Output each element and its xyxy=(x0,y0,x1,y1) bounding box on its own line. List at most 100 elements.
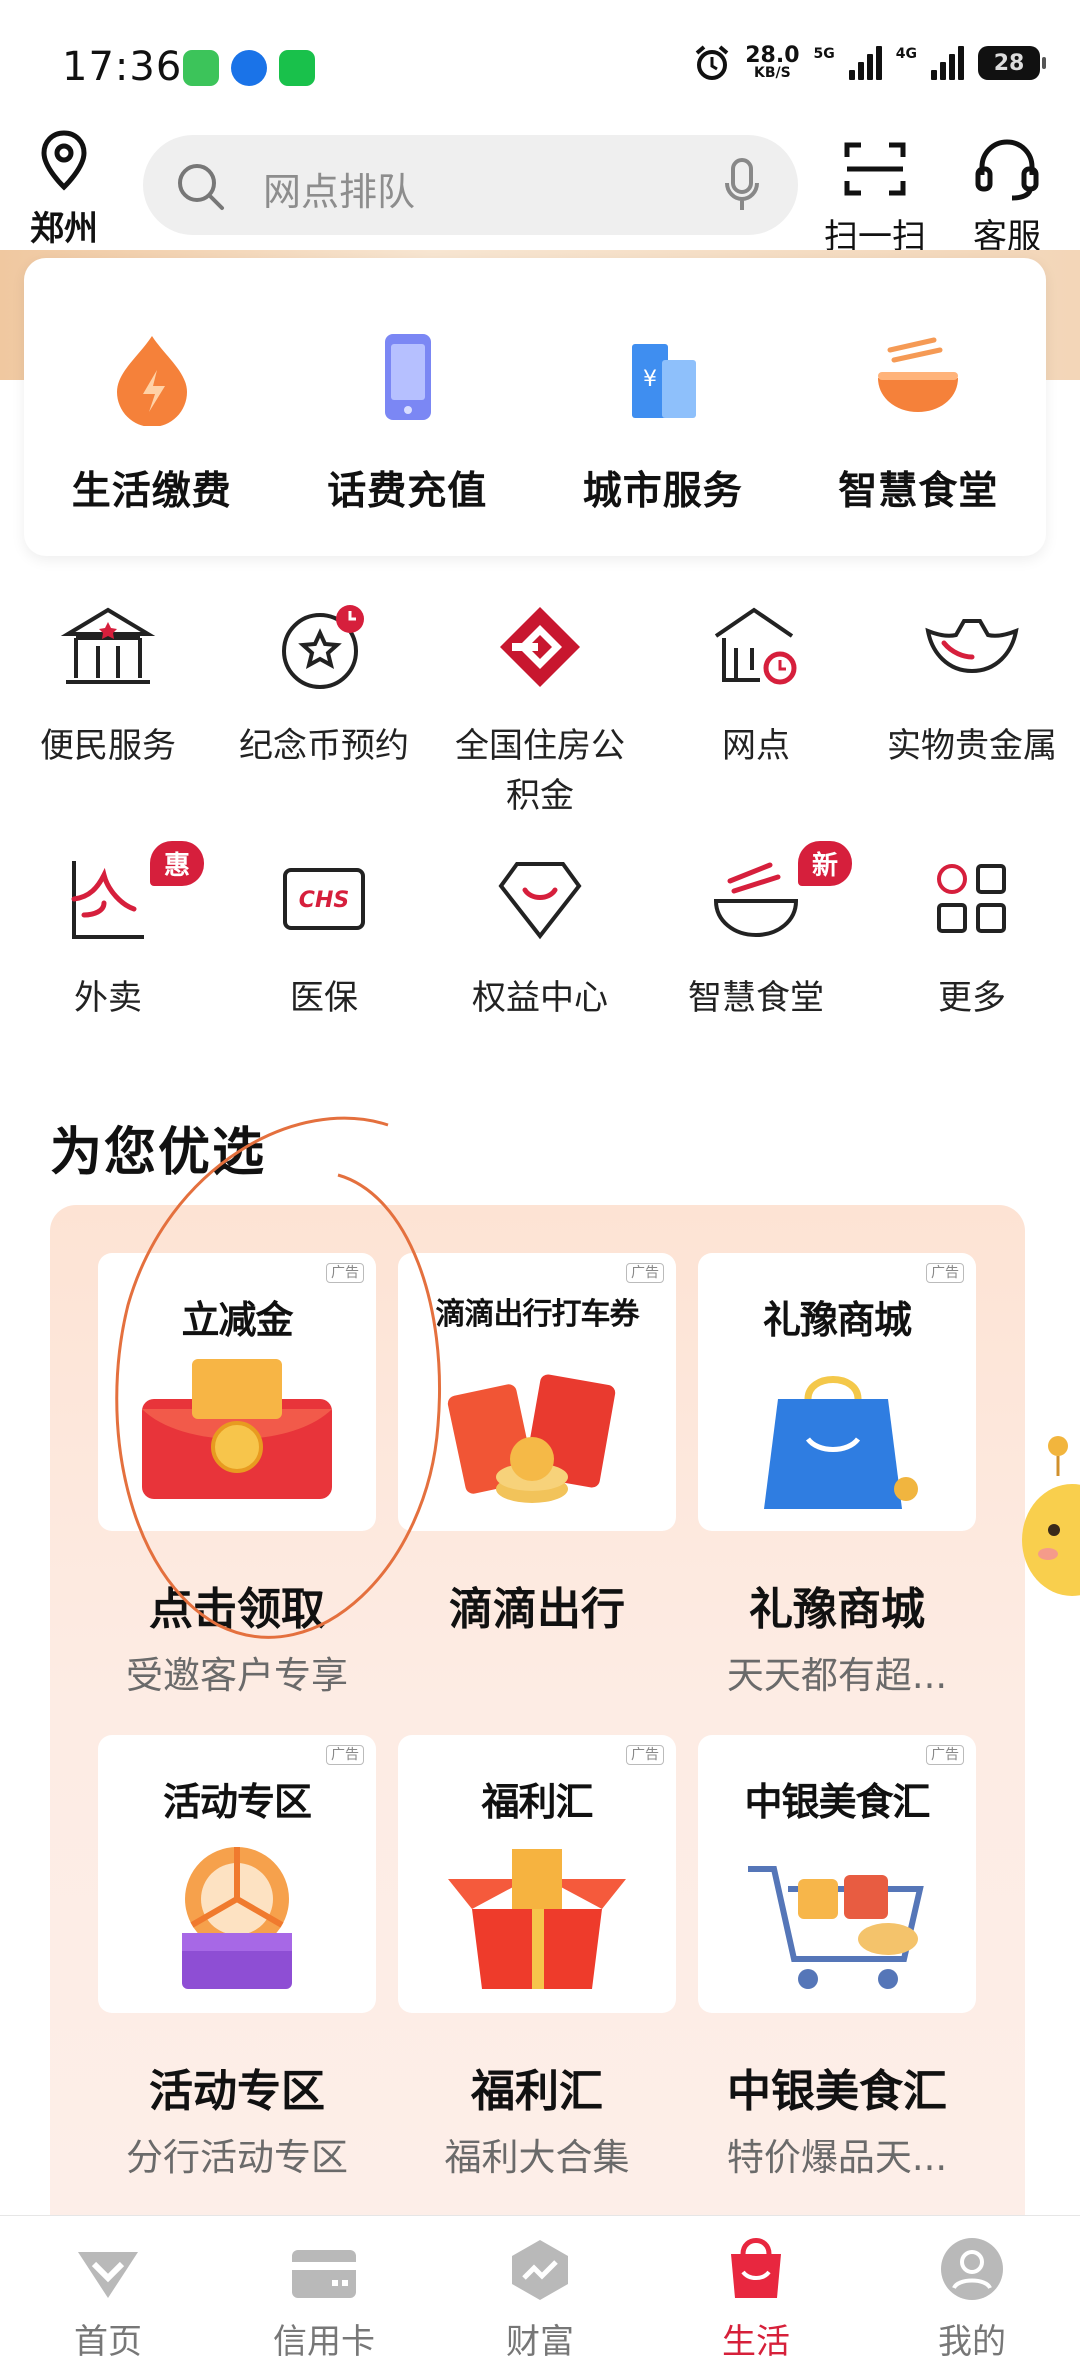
temple-icon xyxy=(60,607,156,684)
tab-mine[interactable]: 我的 xyxy=(864,2216,1080,2372)
promo-image: 广告 中银美食汇 xyxy=(698,1735,976,2013)
credit-card-icon xyxy=(292,2250,356,2298)
browser-app-icon xyxy=(231,50,267,86)
takeout-icon xyxy=(71,861,144,939)
grid-row-2: 惠 外卖 CHS 医保 权益中心 新 智慧食堂 更多 xyxy=(0,841,1080,1023)
grid-label: 全国住房公积金 xyxy=(455,726,625,816)
svg-text:CHS: CHS xyxy=(299,888,349,913)
flame-drop-icon xyxy=(116,336,187,426)
ad-tag: 广告 xyxy=(626,1263,664,1283)
grid-item-medical-insurance[interactable]: CHS 医保 xyxy=(216,847,432,1023)
tab-credit-card[interactable]: 信用卡 xyxy=(216,2216,432,2372)
message-app-icon xyxy=(183,50,219,86)
tab-wealth[interactable]: 财富 xyxy=(432,2216,648,2372)
service-life-payment[interactable]: 生活缴费 xyxy=(24,258,280,556)
grid-row-1: 便民服务 纪念币预约 全国住房公积金 网点 实物贵金属 xyxy=(0,595,1080,821)
gem-smile-icon xyxy=(498,862,582,940)
location-button[interactable]: 郑州 xyxy=(28,129,100,250)
customer-service-button[interactable]: 客服 xyxy=(952,129,1062,258)
promo-banner-text: 礼豫商城 xyxy=(762,1298,912,1342)
service-smart-canteen[interactable]: 智慧食堂 xyxy=(791,258,1047,556)
search-bar[interactable]: 网点排队 xyxy=(143,135,798,235)
promo-tile-welfare[interactable]: 广告 福利汇 福利汇 福利大合集 xyxy=(398,1735,676,2181)
food-cart-icon xyxy=(748,1866,924,1989)
grid-item-housing-fund[interactable]: 全国住房公积金 xyxy=(432,595,648,821)
ad-tag: 广告 xyxy=(626,1745,664,1765)
new-badge: 新 xyxy=(797,841,852,886)
shopping-bag-icon xyxy=(764,1376,918,1509)
ad-tag: 广告 xyxy=(326,1745,364,1765)
promo-image: 广告 活动专区 xyxy=(98,1735,376,2013)
promo-desc: 特价爆品天... xyxy=(726,2136,948,2179)
grid-item-benefits-center[interactable]: 权益中心 xyxy=(432,847,648,1023)
grid-item-smart-canteen[interactable]: 新 智慧食堂 xyxy=(648,841,864,1023)
home-diamond-icon xyxy=(78,2252,138,2298)
phone-icon xyxy=(385,334,432,420)
chs-card-icon: CHS xyxy=(283,868,365,930)
network-speed: 28.0 KB/S xyxy=(745,43,800,81)
network-type-2: 4G xyxy=(895,46,917,62)
promo-tile-boc-food[interactable]: 广告 中银美食汇 中银美食汇 特价爆品天... xyxy=(698,1735,976,2181)
service-label: 城市服务 xyxy=(582,469,743,514)
grid-item-more[interactable]: 更多 xyxy=(864,847,1080,1023)
notification-icons xyxy=(183,50,315,86)
grid-label: 智慧食堂 xyxy=(688,978,824,1018)
promo-image: 广告 礼豫商城 xyxy=(698,1253,976,1531)
grid-label: 医保 xyxy=(290,978,358,1018)
svg-text:¥: ¥ xyxy=(643,367,657,392)
promo-image: 广告 福利汇 xyxy=(398,1735,676,2013)
promo-name: 活动专区 xyxy=(149,2066,325,2117)
grid-item-coin-reservation[interactable]: 纪念币预约 xyxy=(216,595,432,821)
search-icon xyxy=(178,164,224,210)
tab-label: 财富 xyxy=(506,2322,574,2362)
bottom-tab-bar: 首页 信用卡 财富 生活 我的 xyxy=(0,2215,1080,2372)
mascot-floating-icon[interactable] xyxy=(1018,1430,1080,1630)
grid-item-precious-metal[interactable]: 实物贵金属 xyxy=(864,595,1080,821)
promo-banner-text: 福利汇 xyxy=(481,1780,593,1824)
tab-label: 我的 xyxy=(938,2322,1006,2362)
wechat-app-icon xyxy=(279,50,315,86)
noodle-bowl-icon xyxy=(878,337,959,412)
grid-label: 网点 xyxy=(722,726,790,766)
promo-banner-text: 中银美食汇 xyxy=(744,1780,930,1824)
city-building-icon: ¥ xyxy=(631,344,696,418)
handdrawn-circle-annotation xyxy=(115,1116,442,1639)
service-phone-recharge[interactable]: 话费充值 xyxy=(280,258,536,556)
grid-item-takeout[interactable]: 惠 外卖 xyxy=(0,841,216,1023)
gold-ingot-icon xyxy=(925,619,1019,674)
battery-indicator: 28 xyxy=(978,46,1046,80)
microphone-icon[interactable] xyxy=(724,157,760,213)
status-bar: 17:36 28.0 KB/S 5G 4G 28 xyxy=(0,0,1080,130)
signal-icon-2 xyxy=(931,46,964,80)
top-header: 郑州 网点排队 扫一扫 客服 xyxy=(0,125,1080,258)
promo-tile-activity-zone[interactable]: 广告 活动专区 活动专区 分行活动专区 xyxy=(98,1735,376,2181)
service-city[interactable]: ¥ 城市服务 xyxy=(535,258,791,556)
signal-icon xyxy=(848,46,882,80)
grid-item-convenience[interactable]: 便民服务 xyxy=(0,595,216,821)
ad-tag: 广告 xyxy=(926,1745,964,1765)
promo-tile-liyu-mall[interactable]: 广告 礼豫商城 礼豫商城 天天都有超... xyxy=(698,1253,976,1699)
grid-label: 外卖 xyxy=(74,978,142,1018)
promo-banner-text: 活动专区 xyxy=(162,1780,312,1824)
status-time: 17:36 xyxy=(62,44,183,90)
service-label: 智慧食堂 xyxy=(838,469,999,514)
location-city: 郑州 xyxy=(30,209,98,249)
promo-desc: 天天都有超... xyxy=(726,1654,948,1697)
grid-label: 纪念币预约 xyxy=(239,726,409,766)
grid-more-icon xyxy=(937,864,1006,933)
grid-item-branch[interactable]: 网点 xyxy=(648,595,864,821)
noodle-bowl-line-icon xyxy=(713,862,799,938)
tab-life[interactable]: 生活 xyxy=(648,2216,864,2372)
headset-icon xyxy=(975,139,1039,201)
tab-label: 信用卡 xyxy=(273,2322,375,2362)
coin-star-icon xyxy=(282,605,364,689)
tab-home[interactable]: 首页 xyxy=(0,2216,216,2372)
service-label: 话费充值 xyxy=(327,469,488,514)
prize-wheel-icon xyxy=(182,1847,292,1989)
scan-button[interactable]: 扫一扫 xyxy=(820,129,930,258)
network-type-1: 5G xyxy=(813,46,835,62)
promo-desc: 福利大合集 xyxy=(444,2136,630,2179)
grid-label: 更多 xyxy=(938,978,1006,1018)
ad-tag: 广告 xyxy=(926,1263,964,1283)
service-label: 生活缴费 xyxy=(71,469,232,514)
